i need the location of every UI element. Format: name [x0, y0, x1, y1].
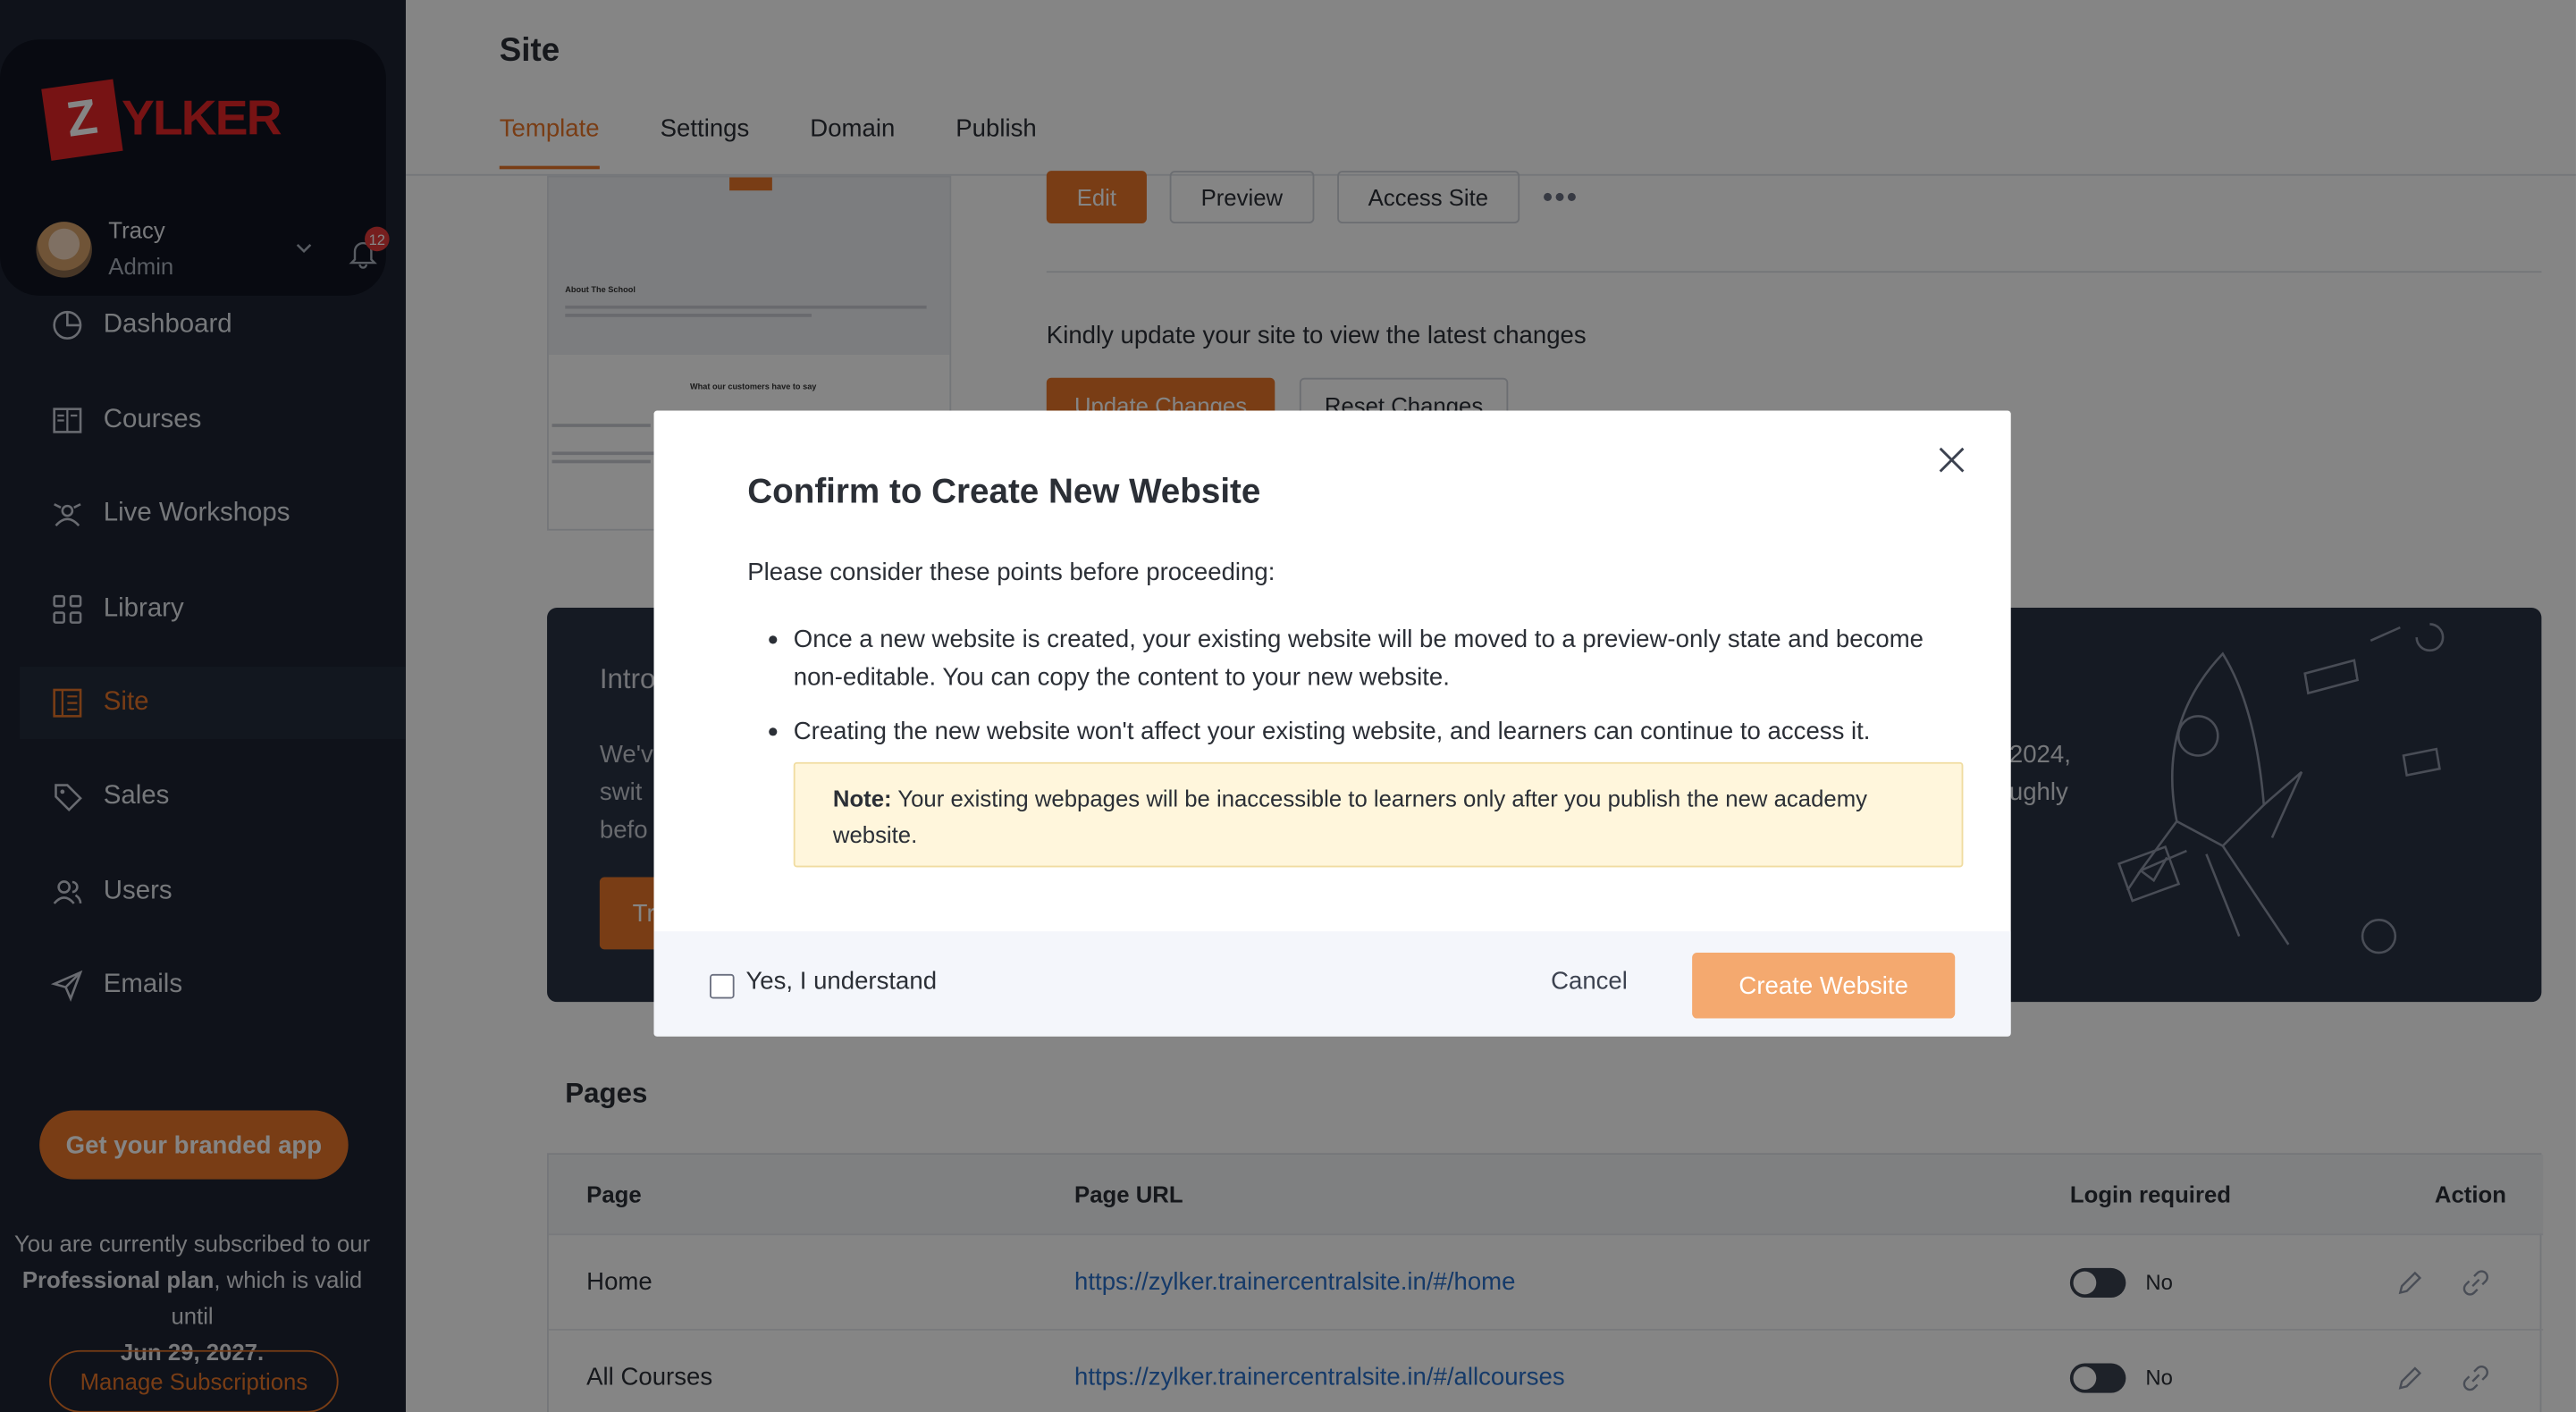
dialog-title: Confirm to Create New Website — [747, 473, 1261, 511]
understand-checkbox[interactable] — [710, 973, 735, 999]
confirm-create-website-dialog: Confirm to Create New Website Please con… — [653, 410, 2011, 1037]
note-label: Note: — [832, 785, 892, 811]
cancel-button[interactable]: Cancel — [1551, 968, 1628, 996]
understand-checkbox-label[interactable]: Yes, I understand — [745, 968, 937, 996]
list-item: Creating the new website won't affect yo… — [747, 713, 1963, 751]
note-text: Your existing webpages will be inaccessi… — [832, 785, 1868, 848]
note-box: Note: Your existing webpages will be ina… — [793, 761, 1964, 868]
dialog-intro: Please consider these points before proc… — [747, 558, 1275, 587]
dialog-footer: Yes, I understand Cancel Create Website — [653, 931, 2011, 1037]
create-website-button[interactable]: Create Website — [1692, 953, 1956, 1019]
list-item: Once a new website is created, your exis… — [747, 621, 1963, 697]
close-icon[interactable] — [1935, 443, 1968, 476]
dialog-points: Once a new website is created, your exis… — [747, 621, 1963, 768]
